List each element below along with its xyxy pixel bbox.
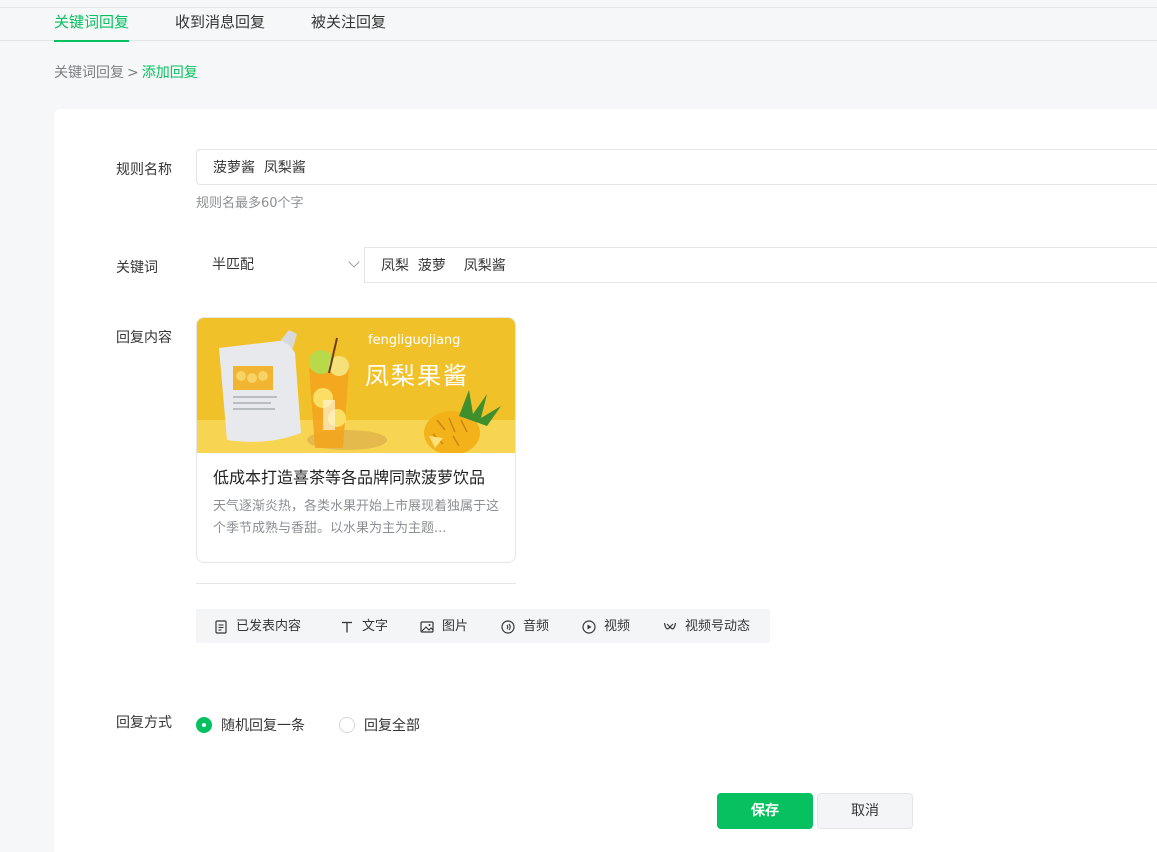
text-icon (342, 621, 352, 633)
tab-bar: 关键词回复 收到消息回复 被关注回复 (0, 9, 1157, 42)
breadcrumb-separator: > (127, 65, 139, 81)
article-desc: 天气逐渐炎热，各类水果开始上市展现着独属于这个季节成熟与香甜。以水果为主为主题.… (213, 499, 500, 536)
channels-icon (663, 622, 677, 630)
tool-image[interactable]: 图片 (420, 617, 468, 637)
tool-video[interactable]: 视频 (582, 617, 630, 637)
keyword-input[interactable]: 凤梨 菠萝 凤梨酱 (364, 247, 1157, 283)
radio-unchecked-icon (339, 717, 355, 733)
keyword-label: 关键词 (116, 260, 158, 276)
radio-checked-icon (196, 717, 212, 733)
rule-name-value: 菠萝酱 凤梨酱 (213, 160, 306, 176)
reply-type-toolbar: 已发表内容 文字 图片 音频 视频 视频号动态 (196, 609, 770, 643)
tool-text[interactable]: 文字 (340, 617, 388, 637)
tool-video-label: 视频 (604, 619, 631, 634)
reply-mode-label: 回复方式 (116, 715, 172, 731)
keyword-value: 凤梨 菠萝 凤梨酱 (381, 258, 506, 274)
rule-name-input[interactable]: 菠萝酱 凤梨酱 (196, 149, 1157, 185)
tool-audio-label: 音频 (523, 619, 550, 634)
article-title: 低成本打造喜茶等各品牌同款菠萝饮品 (213, 468, 486, 487)
tool-image-label: 图片 (442, 619, 469, 634)
breadcrumb-current: 添加回复 (141, 65, 198, 81)
tool-audio[interactable]: 音频 (501, 617, 549, 637)
video-icon (582, 620, 596, 634)
tool-published-content[interactable]: 已发表内容 (214, 617, 301, 637)
radio-reply-all[interactable]: 回复全部 (339, 715, 420, 735)
rule-name-hint: 规则名最多60个字 (196, 196, 304, 211)
rule-name-label: 规则名称 (116, 162, 172, 178)
tab-message-reply[interactable]: 收到消息回复 (175, 12, 265, 32)
radio-all-label: 回复全部 (364, 718, 420, 734)
tool-channels[interactable]: 视频号动态 (663, 617, 750, 637)
match-type-value: 半匹配 (212, 257, 254, 273)
cancel-button[interactable]: 取消 (817, 793, 913, 829)
radio-random-one[interactable]: 随机回复一条 (196, 715, 305, 735)
chevron-down-icon (348, 256, 360, 268)
cover-text-cn: 凤梨果酱 (365, 362, 469, 390)
tab-keyword-reply[interactable]: 关键词回复 (54, 12, 130, 42)
tool-published-label: 已发表内容 (236, 619, 302, 634)
radio-random-label: 随机回复一条 (221, 718, 305, 734)
tool-text-label: 文字 (362, 619, 389, 634)
top-strip (0, 0, 1157, 8)
card-divider (196, 583, 516, 584)
image-icon (420, 621, 434, 633)
article-card[interactable]: fengliguojiang 凤梨果酱 低成本打造喜茶等各品牌同款菠萝饮品 天气… (196, 317, 516, 563)
cover-text-en: fengliguojiang (368, 333, 461, 348)
breadcrumb: 关键词回复 > 添加回复 (54, 63, 198, 83)
tab-follow-reply[interactable]: 被关注回复 (311, 12, 386, 32)
tool-channels-label: 视频号动态 (685, 619, 751, 634)
article-cover-image: fengliguojiang 凤梨果酱 (197, 318, 515, 453)
match-type-select[interactable]: 半匹配 (196, 247, 364, 283)
reply-content-label: 回复内容 (116, 330, 172, 346)
audio-icon (501, 620, 515, 634)
breadcrumb-parent[interactable]: 关键词回复 (54, 65, 124, 81)
document-icon (215, 620, 227, 634)
save-button[interactable]: 保存 (717, 793, 813, 829)
